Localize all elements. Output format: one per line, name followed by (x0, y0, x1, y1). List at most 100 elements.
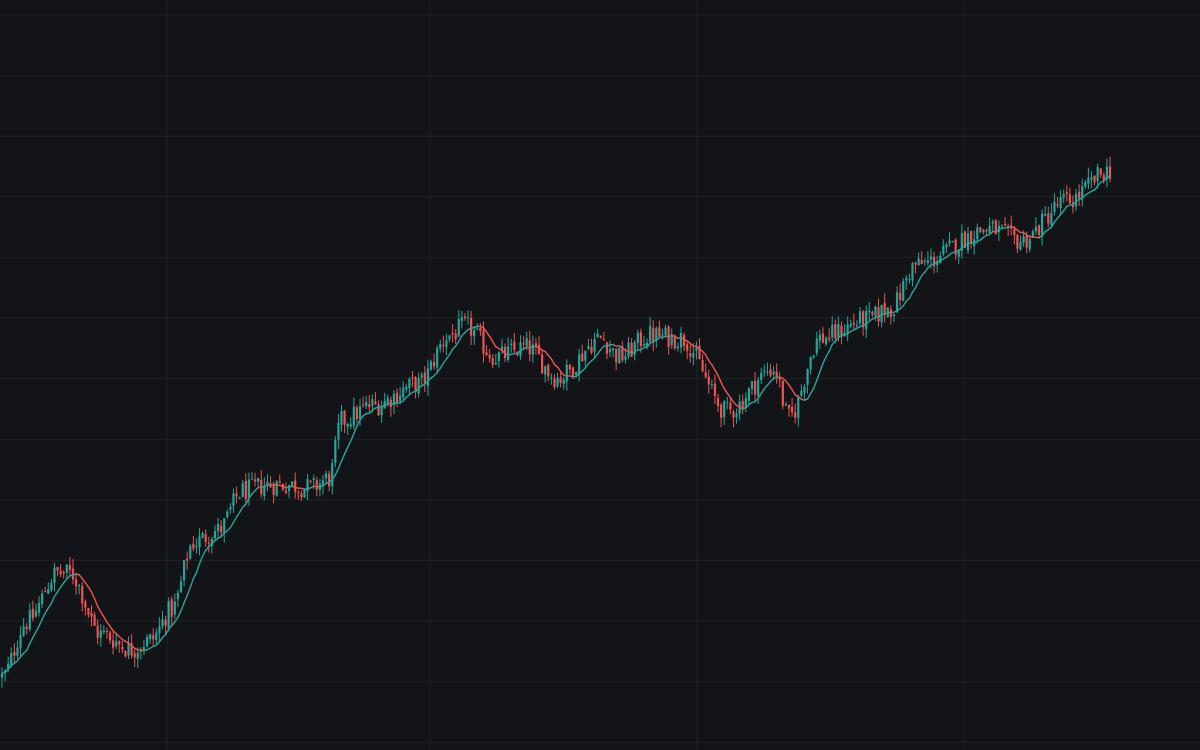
ma-segment (914, 280, 920, 289)
candle-body (408, 378, 411, 389)
candle-body (491, 358, 494, 365)
candle-body (34, 610, 38, 617)
candle-body (164, 619, 167, 626)
candle-body (284, 490, 288, 494)
candle-body (1044, 214, 1047, 216)
candle-body (118, 641, 121, 645)
candle-body (584, 350, 587, 361)
candle-body (599, 335, 602, 338)
ma-segment (924, 267, 929, 273)
candle-body (596, 333, 599, 338)
candle-body (207, 542, 210, 544)
candle-body (1016, 235, 1019, 249)
candle-body (803, 386, 806, 393)
candle-body (815, 338, 818, 354)
candle-body (605, 342, 609, 354)
ma-segment (902, 300, 908, 307)
ma-segment (198, 555, 204, 565)
ma-segment (544, 350, 549, 357)
candle-body (809, 356, 812, 370)
candle-body (41, 593, 44, 605)
candle-body (368, 404, 371, 408)
candle-body (720, 404, 723, 418)
candle-body (824, 338, 828, 345)
ma-segment (596, 349, 602, 355)
candle-body (871, 311, 874, 315)
candle-body (929, 256, 933, 260)
ma-segment (726, 392, 732, 399)
ma-segment (180, 602, 185, 612)
candle-body (476, 328, 479, 330)
ma-segment (96, 605, 102, 613)
candle-body (568, 364, 571, 370)
candle-body (673, 336, 676, 349)
candle-body (142, 647, 146, 650)
candle-body (942, 245, 945, 254)
candle-body (1025, 235, 1028, 248)
candle-body (787, 404, 791, 409)
ma-segment (828, 343, 833, 352)
ma-segment (90, 591, 96, 600)
candle-body (445, 340, 448, 348)
candle-body (494, 362, 497, 365)
candle-body (346, 423, 349, 427)
candle-body (1050, 212, 1053, 225)
candle-body (828, 337, 831, 340)
candle-body (750, 381, 754, 389)
candlestick-chart (0, 0, 1200, 750)
candle-body (124, 651, 127, 657)
candle-body (627, 342, 630, 357)
candle-body (630, 342, 633, 357)
candle-body (784, 404, 788, 406)
candle-body (78, 584, 81, 586)
ma-segment (911, 286, 917, 294)
candle-body (716, 397, 720, 406)
ma-segment (445, 354, 451, 360)
candle-body (868, 310, 871, 313)
candle-body (115, 641, 118, 647)
ma-segment (720, 381, 725, 390)
ma-segment (186, 586, 191, 597)
candle-body (1056, 204, 1059, 206)
candle-body (812, 355, 815, 358)
ma-segment (448, 348, 454, 356)
candle-body (781, 380, 784, 406)
candle-body (991, 221, 994, 224)
candle-body (1003, 224, 1007, 226)
candle-body (664, 327, 667, 336)
candle-body (769, 369, 772, 376)
candle-body (65, 564, 68, 573)
ma-segment (819, 362, 824, 373)
candle-body (636, 332, 639, 343)
candle-body (25, 626, 28, 630)
candle-body (911, 263, 914, 281)
candle-body (226, 511, 229, 517)
candle-body (463, 316, 467, 319)
ma-segment (106, 621, 111, 627)
ma-segment (229, 521, 235, 529)
candle-body (652, 327, 655, 342)
candle-body (818, 334, 821, 341)
candle-body (19, 635, 22, 649)
ma-segment (488, 335, 494, 343)
candle-body (170, 599, 173, 617)
ma-segment (56, 586, 62, 593)
candle-body (704, 372, 707, 378)
candle-body (562, 379, 565, 384)
candle-body (352, 406, 355, 426)
candle-body (1096, 167, 1099, 182)
candle-body (852, 323, 855, 325)
candle-body (145, 636, 149, 647)
candle-body (81, 586, 84, 604)
candle-body (633, 342, 636, 355)
candle-body (473, 330, 476, 337)
candle-body (278, 481, 281, 483)
ma-segment (100, 611, 105, 618)
candle-body (485, 352, 488, 356)
ma-segment (791, 388, 796, 396)
candle-body (834, 323, 837, 339)
grid (0, 0, 1200, 750)
ma-segment (822, 356, 827, 365)
candle-body (37, 602, 41, 613)
candle-body (454, 333, 457, 340)
